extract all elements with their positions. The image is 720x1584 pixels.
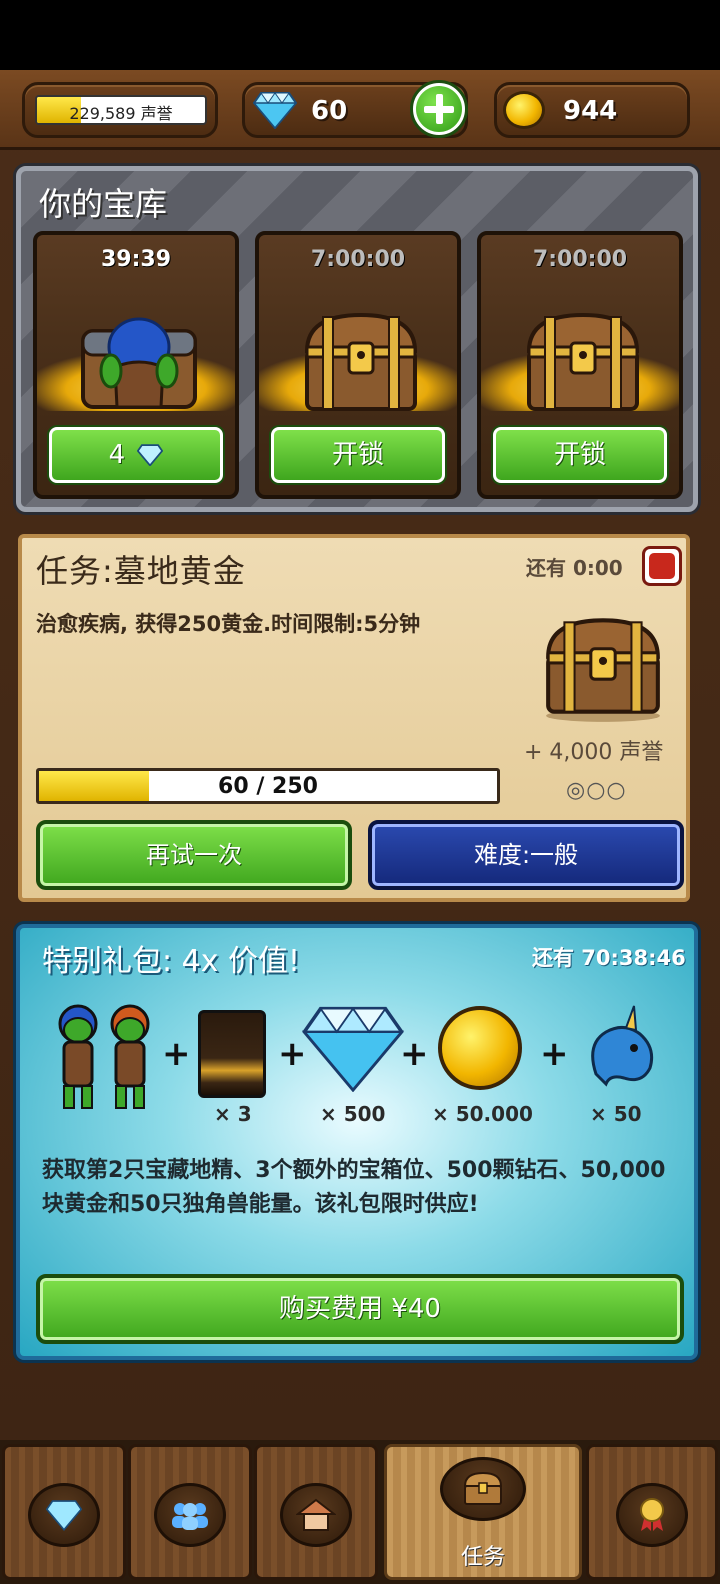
vault-slot-2[interactable]: 7:00:00 开锁 bbox=[255, 231, 461, 499]
diamond-icon bbox=[137, 444, 164, 467]
nav-tab-achievements[interactable] bbox=[586, 1444, 718, 1580]
nav-tab-shop[interactable] bbox=[2, 1444, 126, 1580]
mission-time-left: 还有 0:00 bbox=[526, 556, 623, 580]
chest-icon bbox=[463, 1471, 503, 1505]
slot-timer: 7:00:00 bbox=[310, 247, 406, 272]
item-count: × 500 bbox=[320, 1102, 386, 1126]
goblin-icon bbox=[58, 1004, 98, 1109]
diamond-icon bbox=[253, 92, 297, 129]
nav-icon-holder bbox=[154, 1483, 226, 1547]
unicorn-icon bbox=[591, 1005, 654, 1087]
plus-icon bbox=[416, 86, 462, 132]
goblin-icon bbox=[110, 1004, 150, 1109]
special-offer-panel: 特别礼包: 4x 价值! 还有 70:38:46 + × 3 + × 500 + bbox=[16, 924, 698, 1360]
plus-sign: + bbox=[400, 1034, 429, 1074]
top-bar: 229,589 声誉 60 944 bbox=[0, 70, 720, 150]
mission-switch-icon[interactable] bbox=[642, 546, 682, 586]
nav-tab-label: 任务 bbox=[460, 1545, 505, 1570]
offer-description: 获取第2只宝藏地精、3个额外的宝箱位、500颗钻石、50,000块黄金和50只独… bbox=[42, 1158, 666, 1217]
treasure-chest-icon bbox=[526, 312, 640, 411]
speed-up-cost: 4 bbox=[108, 440, 126, 470]
treasure-chest-icon bbox=[304, 312, 418, 411]
reward-reputation: + 4,000 声誉 bbox=[524, 740, 664, 765]
offer-timer: 还有 70:38:46 bbox=[532, 946, 686, 970]
plus-sign: + bbox=[162, 1034, 191, 1074]
gold-count: 944 bbox=[563, 96, 618, 126]
vault-slot-3[interactable]: 7:00:00 开锁 bbox=[477, 231, 683, 499]
slot-timer: 7:00:00 bbox=[532, 247, 628, 272]
nav-tab-social[interactable] bbox=[128, 1444, 252, 1580]
mission-description: 治愈疾病, 获得250黄金.时间限制:5分钟 bbox=[36, 612, 421, 636]
mission-progress-bar: 60 / 250 bbox=[36, 768, 500, 804]
speed-up-button[interactable]: 4 bbox=[49, 427, 223, 483]
treasure-chest-icon bbox=[546, 618, 660, 722]
diamond-icon bbox=[46, 1500, 82, 1531]
difficulty-stars: ◎○○ bbox=[566, 778, 627, 803]
reputation-bar: 229,589 声誉 bbox=[35, 95, 207, 125]
slot-timer: 39:39 bbox=[100, 247, 172, 272]
game-screen: 229,589 声誉 60 944 你的宝库 39:39 4 7:00:00 开… bbox=[0, 0, 720, 1584]
unlock-button[interactable]: 开锁 bbox=[493, 427, 667, 483]
people-icon bbox=[172, 1503, 208, 1530]
nav-icon-holder bbox=[616, 1483, 688, 1547]
nav-tab-missions[interactable]: 任务 bbox=[384, 1444, 582, 1580]
item-count: × 3 bbox=[214, 1102, 252, 1126]
diamond-icon bbox=[302, 1006, 404, 1092]
gold-panel: 944 bbox=[494, 82, 690, 138]
vault-panel: 你的宝库 39:39 4 7:00:00 开锁 7:00:00 开锁 bbox=[16, 166, 698, 512]
medal-icon bbox=[640, 1498, 664, 1531]
mission-card: 任务:墓地黄金 还有 0:00 治愈疾病, 获得250黄金.时间限制:5分钟 +… bbox=[18, 534, 690, 902]
nav-tab-base[interactable] bbox=[254, 1444, 378, 1580]
item-count: × 50.000 bbox=[432, 1102, 533, 1126]
mission-progress-text: 60 / 250 bbox=[218, 774, 318, 799]
reputation-panel: 229,589 声誉 bbox=[22, 82, 218, 138]
house-icon bbox=[296, 1498, 336, 1531]
reputation-text: 229,589 声誉 bbox=[69, 104, 173, 123]
buy-offer-button[interactable]: 购买费用 ¥40 bbox=[36, 1274, 684, 1344]
buy-gems-button[interactable] bbox=[410, 80, 468, 138]
gem-count: 60 bbox=[311, 96, 348, 126]
nav-icon-holder bbox=[28, 1483, 100, 1547]
vault-slot-1[interactable]: 39:39 4 bbox=[33, 231, 239, 499]
vault-title: 你的宝库 bbox=[39, 185, 168, 223]
goblin-opening-chest-image bbox=[81, 317, 197, 409]
plus-sign: + bbox=[540, 1034, 569, 1074]
bottom-navigation: 任务 bbox=[0, 1440, 720, 1584]
retry-button[interactable]: 再试一次 bbox=[36, 820, 352, 890]
mission-title: 任务:墓地黄金 bbox=[36, 552, 246, 590]
unlock-button[interactable]: 开锁 bbox=[271, 427, 445, 483]
nav-icon-holder bbox=[440, 1457, 526, 1521]
chest-slot-card-icon bbox=[198, 1010, 266, 1098]
gold-coin-icon bbox=[438, 1006, 522, 1090]
difficulty-button[interactable]: 难度:一般 bbox=[368, 820, 684, 890]
gold-coin-icon bbox=[503, 91, 545, 129]
offer-title: 特别礼包: 4x 价值! bbox=[42, 944, 301, 979]
item-count: × 50 bbox=[590, 1102, 642, 1126]
nav-icon-holder bbox=[280, 1483, 352, 1547]
